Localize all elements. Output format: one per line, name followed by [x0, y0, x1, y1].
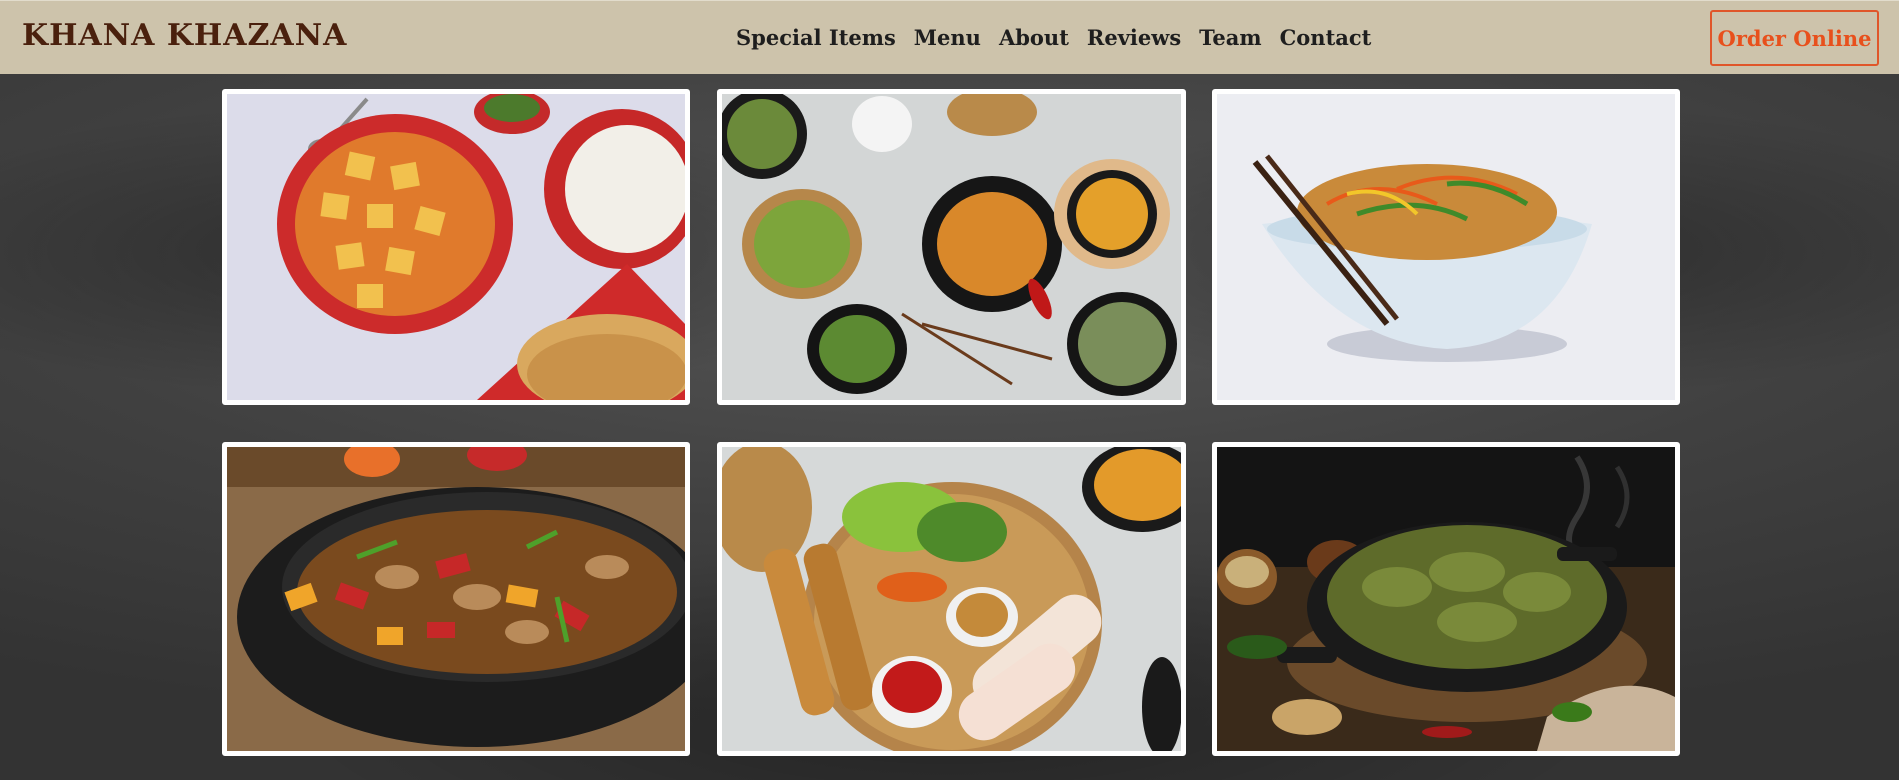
green-chicken-curry-photo[interactable]: [1212, 442, 1680, 756]
spring-rolls-basket-photo[interactable]: [717, 442, 1186, 756]
nav-contact[interactable]: Contact: [1280, 25, 1372, 50]
navbar: KHANA KHAZANA Special Items Menu About R…: [0, 0, 1899, 74]
asian-platter-photo[interactable]: [717, 89, 1186, 405]
nav-reviews[interactable]: Reviews: [1087, 25, 1181, 50]
paneer-curry-photo[interactable]: [222, 89, 690, 405]
noodles-bowl-photo[interactable]: [1212, 89, 1680, 405]
nav-team[interactable]: Team: [1199, 25, 1261, 50]
nav-about[interactable]: About: [999, 25, 1069, 50]
main-nav: Special Items Menu About Reviews Team Co…: [736, 25, 1371, 50]
chicken-stir-fry-photo[interactable]: [222, 442, 690, 756]
order-online-button[interactable]: Order Online: [1710, 10, 1879, 66]
brand-logo[interactable]: KHANA KHAZANA: [22, 18, 347, 53]
nav-special-items[interactable]: Special Items: [736, 25, 896, 50]
nav-menu[interactable]: Menu: [914, 25, 981, 50]
